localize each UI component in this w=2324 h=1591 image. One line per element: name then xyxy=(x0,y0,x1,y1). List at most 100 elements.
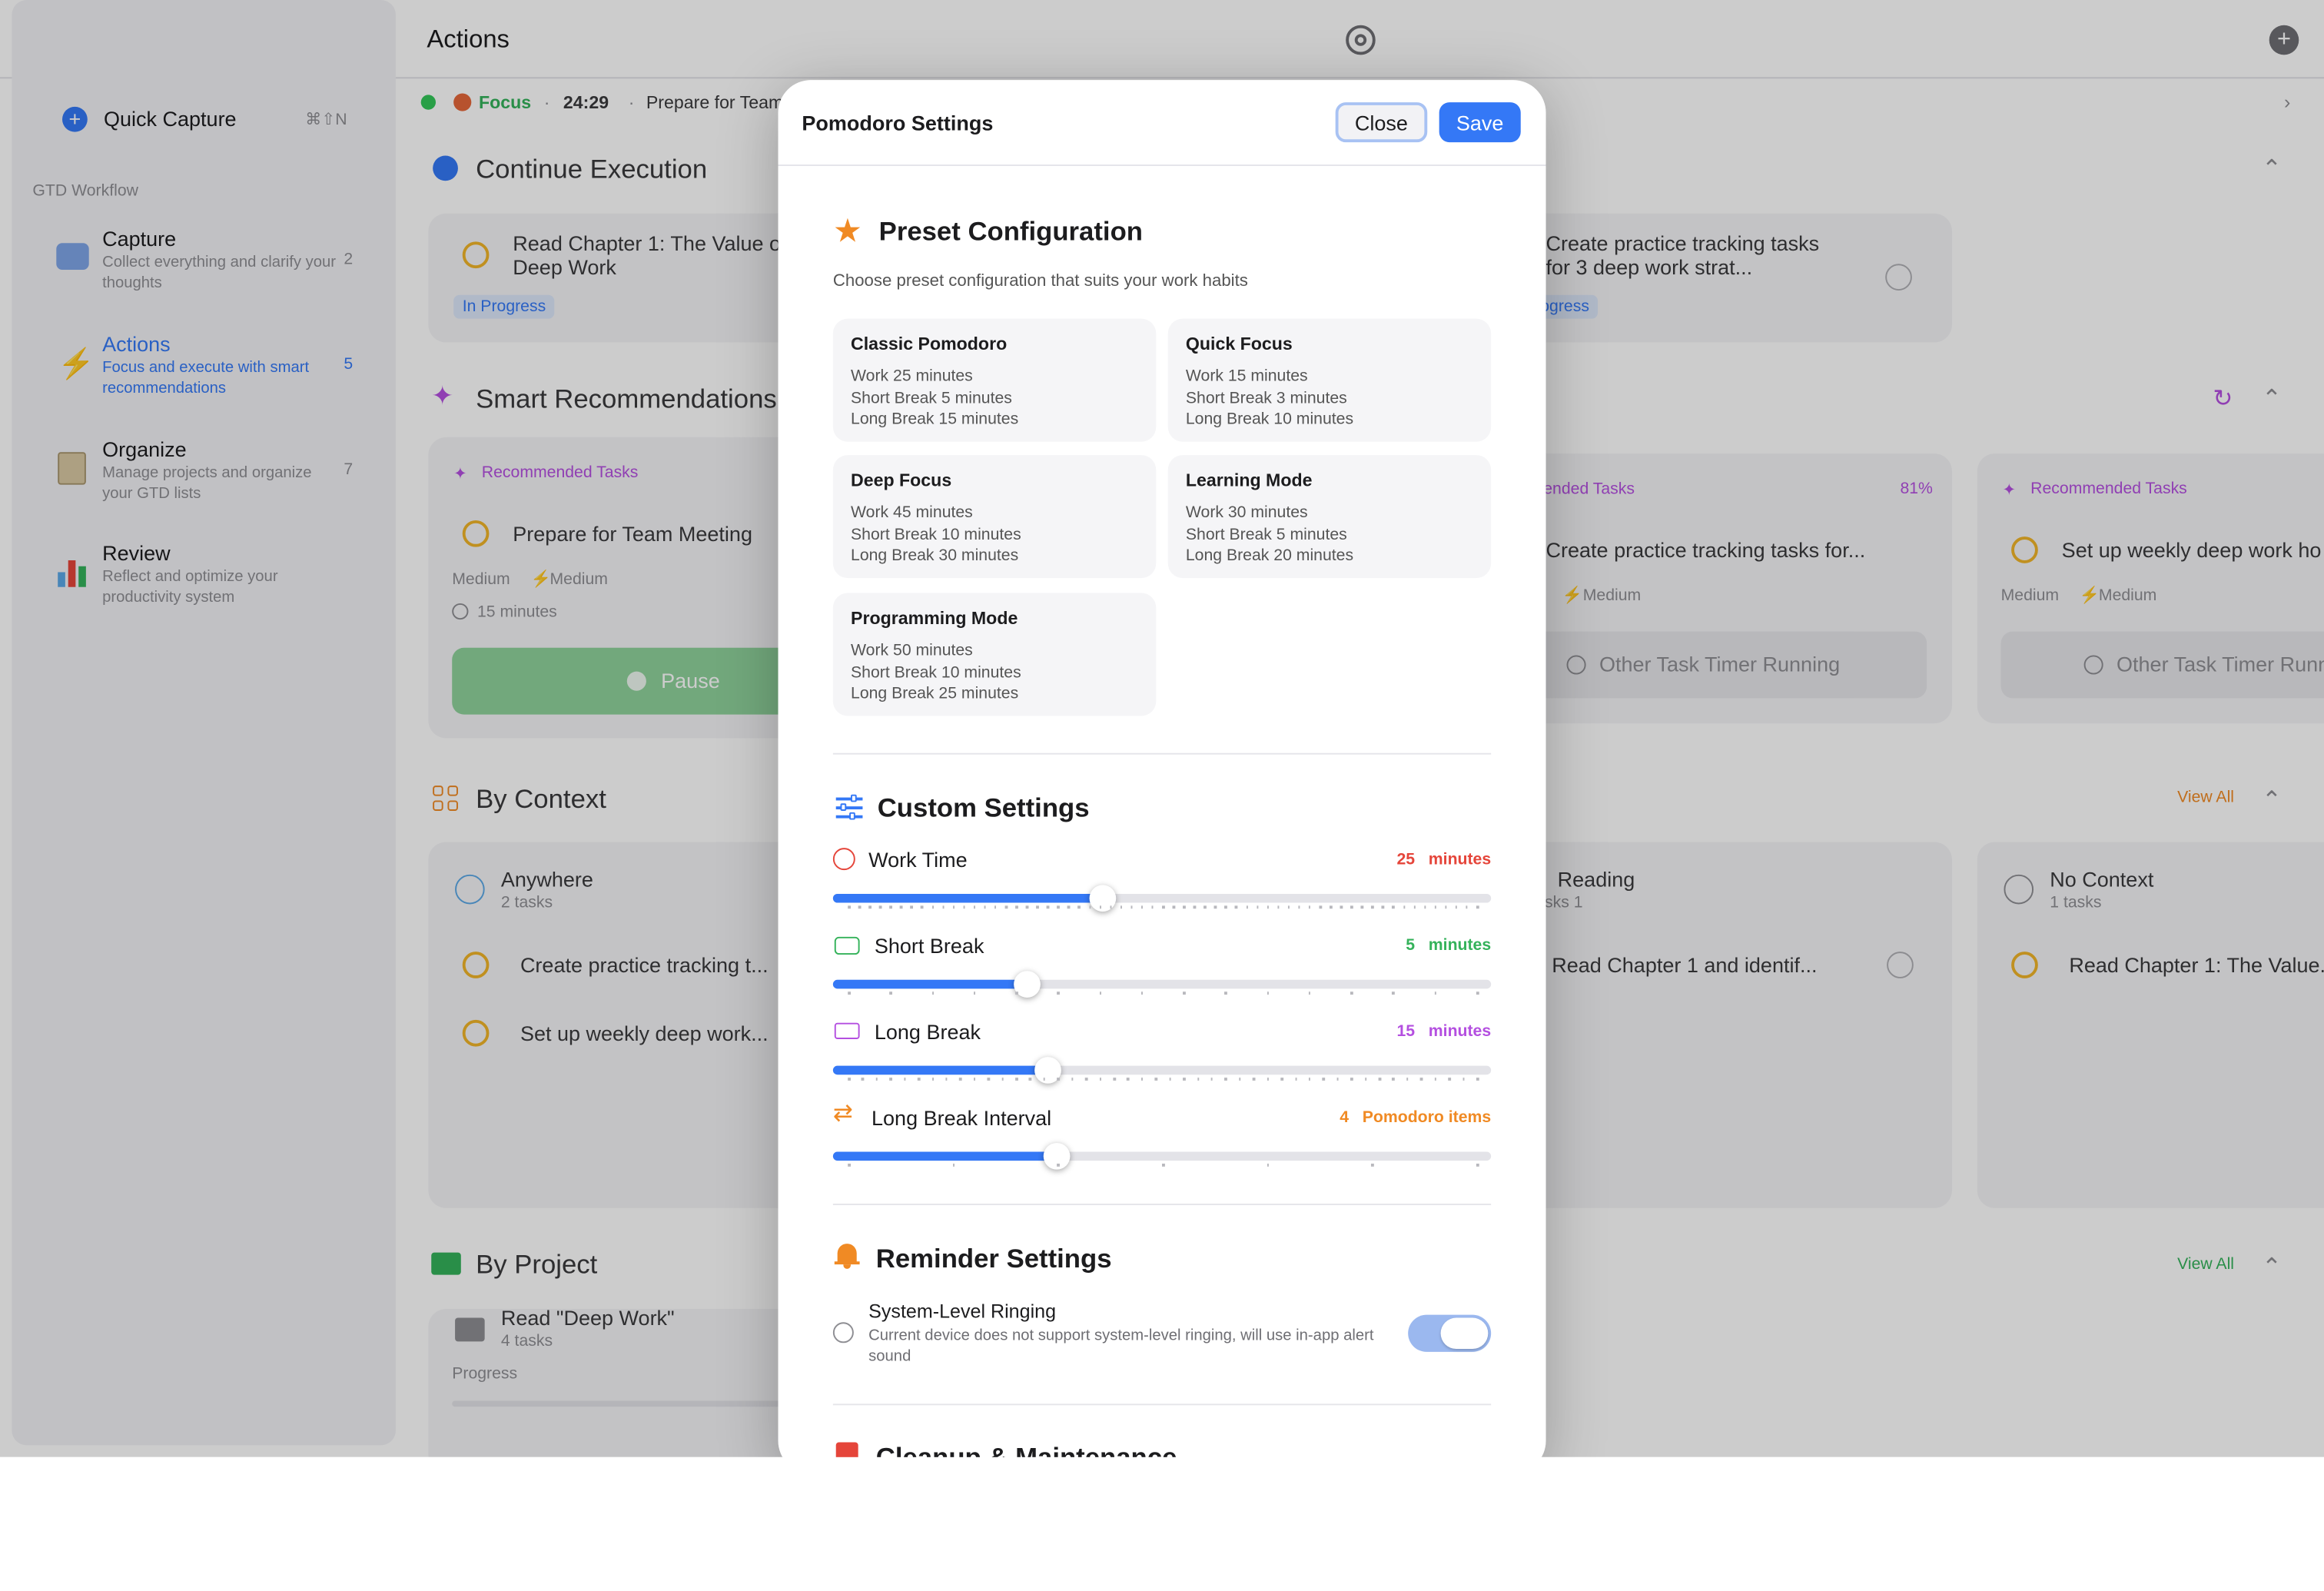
slider-tick xyxy=(1214,905,1217,909)
slider-tick xyxy=(1256,905,1259,909)
slider-tick xyxy=(1434,905,1437,909)
slider-tick xyxy=(1099,1078,1102,1081)
slider-tick xyxy=(1197,1078,1200,1081)
slider-tick xyxy=(1350,905,1353,909)
slider-tick xyxy=(879,905,881,909)
slider-tick xyxy=(1253,1078,1256,1081)
slider-ticks xyxy=(833,905,1491,910)
slider-tick xyxy=(1057,905,1060,909)
slider-tick xyxy=(1476,1078,1479,1081)
preset-short-break: Short Break 10 minutes xyxy=(851,525,1021,543)
slider-tick xyxy=(1267,1163,1270,1167)
work-time-value: 25 minutes xyxy=(1396,851,1492,869)
slider-tick xyxy=(1193,905,1196,909)
slider-tick xyxy=(994,905,997,909)
sliders-icon xyxy=(835,794,863,820)
slider-tick xyxy=(1420,1078,1423,1081)
slider-tick xyxy=(1172,905,1175,909)
slider-tick xyxy=(858,905,861,909)
slider-tick xyxy=(1077,905,1081,909)
preset-programming-mode[interactable]: Programming Mode Work 50 minutes Short B… xyxy=(832,593,1157,716)
slider-tick xyxy=(1382,905,1385,909)
slider-tick xyxy=(941,905,945,909)
slider-tick xyxy=(1448,1078,1451,1081)
slider-tick xyxy=(1057,1078,1060,1081)
slider-ticks xyxy=(833,1078,1491,1082)
slider-tick xyxy=(973,991,976,995)
slider-tick xyxy=(1130,905,1134,909)
long-break-value: 15 minutes xyxy=(1396,1022,1492,1041)
bottom-blank-area xyxy=(0,1456,2324,1535)
slider-tick xyxy=(1444,905,1447,909)
slider-tick xyxy=(1246,905,1248,909)
slider-tick xyxy=(1267,991,1270,995)
preset-work: Work 50 minutes xyxy=(851,642,973,660)
preset-long-break: Long Break 30 minutes xyxy=(851,546,1019,565)
slider-tick xyxy=(1127,1078,1130,1081)
slider-tick xyxy=(1162,1163,1164,1167)
work-time-label: Work Time xyxy=(868,848,968,872)
short-break-value: 5 minutes xyxy=(1406,936,1492,955)
slider-tick xyxy=(848,991,851,995)
save-button[interactable]: Save xyxy=(1439,102,1521,143)
slider-tick xyxy=(931,991,935,995)
slider-tick xyxy=(1267,905,1270,909)
slider-tick xyxy=(1183,905,1186,909)
slider-fill xyxy=(832,1151,1057,1161)
slider-tick xyxy=(889,991,892,995)
slider-tick xyxy=(1224,991,1227,995)
slider-tick xyxy=(1392,991,1395,995)
work-time-slider[interactable] xyxy=(832,885,1492,912)
slider-tick xyxy=(1183,1078,1186,1081)
slider-tick xyxy=(1364,1078,1367,1081)
slider-tick xyxy=(1169,1078,1171,1081)
slider-tick xyxy=(1423,905,1426,909)
preset-long-break: Long Break 10 minutes xyxy=(1185,410,1354,429)
slider-tick xyxy=(1308,905,1311,909)
close-button[interactable]: Close xyxy=(1335,102,1428,143)
slider-tick xyxy=(848,1163,851,1167)
preset-section-title: Preset Configuration xyxy=(878,216,1143,247)
slider-tick xyxy=(1029,1078,1032,1081)
slider-tick xyxy=(1277,905,1280,909)
preset-classic-pomodoro[interactable]: Classic Pomodoro Work 25 minutes Short B… xyxy=(832,318,1157,442)
slider-tick xyxy=(1294,1078,1297,1081)
preset-learning-mode[interactable]: Learning Mode Work 30 minutes Short Brea… xyxy=(1167,455,1492,579)
slider-fill xyxy=(832,1065,1048,1075)
preset-name: Deep Focus xyxy=(851,470,952,491)
system-ringing-toggle[interactable] xyxy=(1408,1314,1492,1352)
slider-tick xyxy=(1224,1078,1227,1081)
slider-tick xyxy=(1406,1078,1409,1081)
slider-tick xyxy=(931,1078,935,1081)
slider-tick xyxy=(921,905,924,909)
slider-tick xyxy=(1183,991,1186,995)
pomodoro-settings-modal: Pomodoro Settings Close Save ★ Preset Co… xyxy=(778,80,1546,1474)
slider-tick xyxy=(1340,905,1343,909)
long-break-interval-slider[interactable] xyxy=(832,1142,1492,1170)
slider-tick xyxy=(1043,1078,1046,1081)
slider-tick xyxy=(1462,1078,1465,1081)
slider-tick xyxy=(1378,1078,1381,1081)
slider-fill xyxy=(832,893,1103,903)
slider-tick xyxy=(973,1078,976,1081)
slider-tick xyxy=(1330,905,1332,909)
preset-name: Quick Focus xyxy=(1185,333,1293,354)
long-break-slider[interactable] xyxy=(832,1057,1492,1084)
slider-tick xyxy=(1360,905,1363,909)
slider-tick xyxy=(1057,991,1060,995)
repeat-icon: ⇄ xyxy=(832,1101,853,1127)
bed-icon xyxy=(834,1022,860,1039)
slider-tick xyxy=(1371,905,1374,909)
slider-tick xyxy=(1001,1078,1004,1081)
slider-tick xyxy=(910,905,913,909)
preset-work: Work 30 minutes xyxy=(1185,503,1308,522)
slider-ticks xyxy=(833,991,1491,996)
short-break-slider[interactable] xyxy=(832,971,1492,998)
slider-tick xyxy=(1308,1078,1311,1081)
slider-tick xyxy=(889,905,892,909)
preset-long-break: Long Break 20 minutes xyxy=(1185,546,1354,565)
toggle-knob xyxy=(1440,1317,1489,1350)
preset-quick-focus[interactable]: Quick Focus Work 15 minutes Short Break … xyxy=(1167,318,1492,442)
preset-deep-focus[interactable]: Deep Focus Work 45 minutes Short Break 1… xyxy=(832,455,1157,579)
slider-tick xyxy=(1392,905,1395,909)
